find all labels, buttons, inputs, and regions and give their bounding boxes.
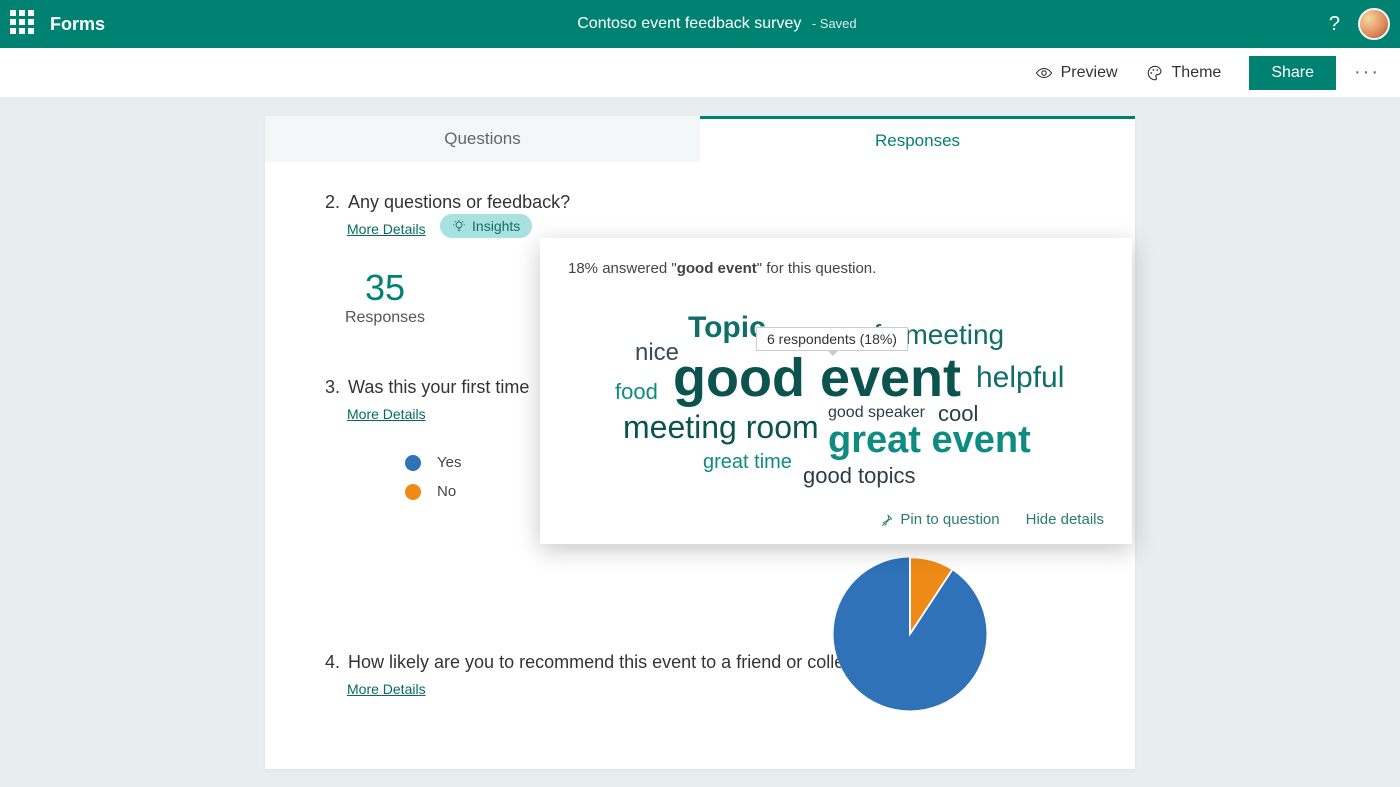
popover-actions: Pin to question Hide details xyxy=(568,511,1104,528)
saved-indicator: - Saved xyxy=(812,16,857,31)
pin-icon xyxy=(880,513,894,527)
command-bar: Preview Theme Share ··· xyxy=(0,48,1400,98)
legend-dot-yes xyxy=(405,455,421,471)
app-name[interactable]: Forms xyxy=(50,14,105,35)
share-button[interactable]: Share xyxy=(1249,56,1336,90)
hide-details-button[interactable]: Hide details xyxy=(1026,511,1104,528)
avatar[interactable] xyxy=(1358,8,1390,40)
insights-summary-suffix: " for this question. xyxy=(757,260,877,277)
app-launcher-icon[interactable] xyxy=(10,10,38,38)
tab-questions[interactable]: Questions xyxy=(265,116,700,162)
more-details-q3[interactable]: More Details xyxy=(347,406,426,422)
eye-icon xyxy=(1035,64,1053,82)
response-count-label: Responses xyxy=(285,309,485,327)
question-2-text: Any questions or feedback? xyxy=(348,192,570,213)
insights-popover: 18% answered "good event" for this quest… xyxy=(540,238,1132,544)
insights-summary-bold: good event xyxy=(677,260,757,277)
theme-button[interactable]: Theme xyxy=(1146,64,1222,82)
word-cloud: Topic ...fo meeting nice good event help… xyxy=(568,301,1104,501)
document-title-text: Contoso event feedback survey xyxy=(577,15,801,32)
help-icon[interactable]: ? xyxy=(1329,13,1340,36)
wc-helpful[interactable]: helpful xyxy=(976,361,1064,395)
question-3-text: Was this your first time xyxy=(348,377,529,398)
tab-responses[interactable]: Responses xyxy=(700,116,1135,162)
pin-to-question-button[interactable]: Pin to question xyxy=(880,511,999,528)
wc-great-time[interactable]: great time xyxy=(703,451,792,474)
lightbulb-icon xyxy=(452,219,466,233)
insights-summary-prefix: 18% answered " xyxy=(568,260,677,277)
more-details-q2[interactable]: More Details xyxy=(347,221,426,237)
insights-summary: 18% answered "good event" for this quest… xyxy=(568,260,1104,277)
response-count-number: 35 xyxy=(285,267,485,309)
preview-button[interactable]: Preview xyxy=(1035,64,1118,82)
wc-food[interactable]: food xyxy=(615,379,658,405)
wc-topic[interactable]: Topic xyxy=(688,311,766,345)
pin-label: Pin to question xyxy=(900,511,999,528)
question-3-number: 3. xyxy=(325,377,340,398)
share-label: Share xyxy=(1271,64,1314,82)
insights-pill[interactable]: Insights xyxy=(440,214,532,238)
more-details-q4[interactable]: More Details xyxy=(347,681,426,697)
theme-label: Theme xyxy=(1172,64,1222,82)
question-4-text: How likely are you to recommend this eve… xyxy=(348,652,894,673)
header-right: ? xyxy=(1329,8,1390,40)
hide-label: Hide details xyxy=(1026,511,1104,528)
response-count: 35 Responses xyxy=(285,267,485,327)
wc-great-event[interactable]: great event xyxy=(828,419,1031,462)
word-cloud-tooltip: 6 respondents (18%) xyxy=(756,327,908,351)
document-title[interactable]: Contoso event feedback survey - Saved xyxy=(105,15,1329,33)
tabs: Questions Responses xyxy=(265,116,1135,162)
wc-good-topics[interactable]: good topics xyxy=(803,463,916,489)
wc-good-event[interactable]: good event xyxy=(673,347,961,409)
question-2-title: 2. Any questions or feedback? xyxy=(325,192,1075,213)
more-icon[interactable]: ··· xyxy=(1354,61,1380,84)
pie-chart xyxy=(825,549,995,724)
preview-label: Preview xyxy=(1061,64,1118,82)
wc-meeting-room[interactable]: meeting room xyxy=(623,409,819,446)
legend-dot-no xyxy=(405,484,421,500)
app-header: Forms Contoso event feedback survey - Sa… xyxy=(0,0,1400,48)
question-4-block: 4. How likely are you to recommend this … xyxy=(265,522,1135,709)
palette-icon xyxy=(1146,64,1164,82)
insights-label: Insights xyxy=(472,218,520,234)
question-2-number: 2. xyxy=(325,192,340,213)
question-4-number: 4. xyxy=(325,652,340,673)
